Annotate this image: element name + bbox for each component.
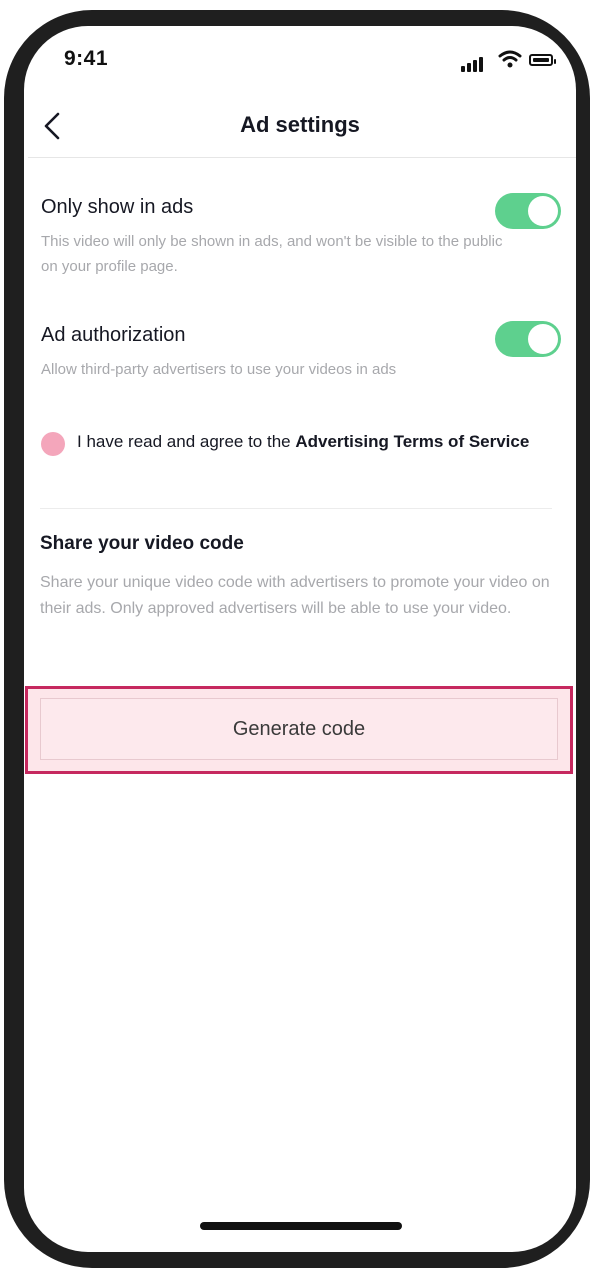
- share-video-code-title: Share your video code: [40, 533, 244, 554]
- agreement-text: I have read and agree to the Advertising…: [77, 429, 547, 455]
- only-show-in-ads-title: Only show in ads: [41, 196, 194, 218]
- agreement-label: I have read and agree to the: [77, 432, 296, 451]
- share-video-code-description: Share your unique video code with advert…: [40, 574, 550, 617]
- ad-authorization-toggle[interactable]: [495, 321, 561, 357]
- status-icons: [461, 50, 561, 72]
- toggle-knob: [528, 324, 558, 354]
- wifi-icon: [498, 50, 522, 68]
- header-divider: [28, 157, 576, 158]
- ad-authorization-title: Ad authorization: [41, 324, 186, 346]
- only-show-in-ads-description: This video will only be shown in ads, an…: [41, 233, 503, 275]
- only-show-in-ads-toggle[interactable]: [495, 193, 561, 229]
- generate-code-button[interactable]: Generate code: [40, 698, 558, 760]
- agree-checkbox[interactable]: [41, 432, 65, 456]
- page-title: Ad settings: [240, 112, 360, 137]
- ad-authorization-description: Allow third-party advertisers to use you…: [41, 361, 397, 378]
- status-time: 9:41: [64, 47, 109, 70]
- toggle-knob: [528, 196, 558, 226]
- advertising-terms-link[interactable]: Advertising Terms of Service: [295, 432, 529, 451]
- section-divider: [40, 508, 552, 509]
- home-indicator: [200, 1222, 402, 1230]
